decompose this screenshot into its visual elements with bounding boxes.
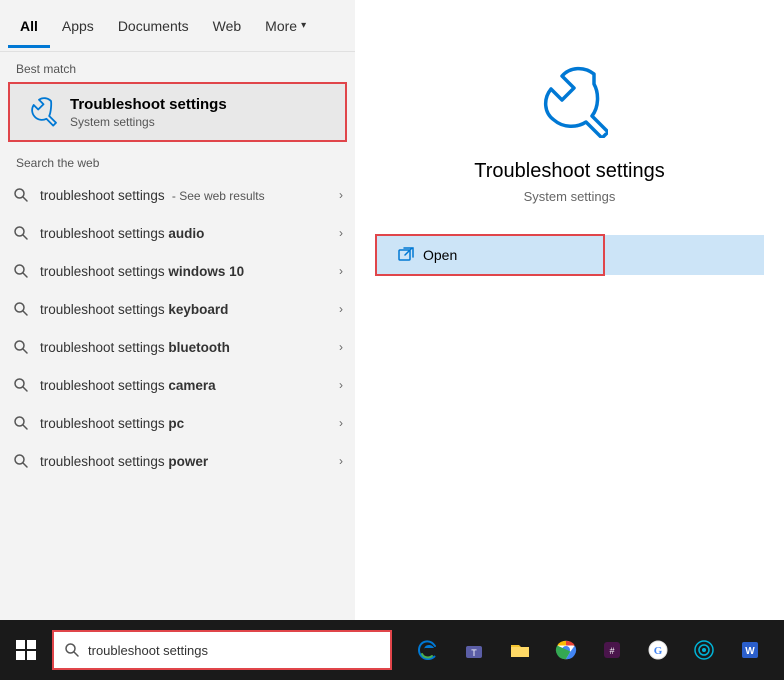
list-item[interactable]: troubleshoot settings bluetooth › — [0, 328, 355, 366]
word-icon[interactable]: W — [728, 628, 772, 672]
tab-more[interactable]: More ▾ — [253, 4, 318, 48]
best-match-subtitle: System settings — [70, 115, 227, 129]
taskbar-search-text: troubleshoot settings — [88, 643, 208, 658]
best-match-label: Best match — [0, 52, 355, 82]
search-icon — [12, 262, 30, 280]
open-icon — [397, 246, 415, 264]
open-button[interactable]: Open — [375, 234, 605, 276]
list-item[interactable]: troubleshoot settings pc › — [0, 404, 355, 442]
list-item[interactable]: troubleshoot settings power › — [0, 442, 355, 480]
search-web-label: Search the web — [0, 146, 355, 176]
search-result-text: troubleshoot settings windows 10 — [40, 264, 329, 279]
taskbar-search-bar[interactable]: troubleshoot settings — [52, 630, 392, 670]
chevron-down-icon: ▾ — [301, 20, 306, 31]
search-result-text: troubleshoot settings keyboard — [40, 302, 329, 317]
file-explorer-icon[interactable] — [498, 628, 542, 672]
chevron-right-icon: › — [339, 454, 343, 468]
chevron-right-icon: › — [339, 302, 343, 316]
open-button-row: Open — [355, 234, 784, 276]
chevron-right-icon: › — [339, 378, 343, 392]
search-result-text: troubleshoot settings pc — [40, 416, 329, 431]
search-result-text: troubleshoot settings power — [40, 454, 329, 469]
google-icon[interactable]: G — [636, 628, 680, 672]
list-item[interactable]: troubleshoot settings camera › — [0, 366, 355, 404]
tab-web[interactable]: Web — [201, 4, 254, 48]
chevron-right-icon: › — [339, 264, 343, 278]
search-icon — [12, 452, 30, 470]
slack-icon[interactable]: # — [590, 628, 634, 672]
chevron-right-icon: › — [339, 188, 343, 202]
search-icon — [12, 186, 30, 204]
search-icon — [64, 642, 80, 658]
tab-all[interactable]: All — [8, 4, 50, 48]
best-match-item[interactable]: Troubleshoot settings System settings — [8, 82, 347, 142]
app-title: Troubleshoot settings — [474, 160, 664, 183]
search-icon — [12, 376, 30, 394]
search-popup: All Apps Documents Web More ▾ N — [0, 0, 784, 620]
search-result-text: troubleshoot settings camera — [40, 378, 329, 393]
tab-apps[interactable]: Apps — [50, 4, 106, 48]
photos-icon[interactable] — [682, 628, 726, 672]
list-item[interactable]: troubleshoot settings windows 10 › — [0, 252, 355, 290]
chevron-right-icon: › — [339, 340, 343, 354]
search-result-text: troubleshoot settings audio — [40, 226, 329, 241]
search-icon — [12, 414, 30, 432]
open-button-extension — [605, 235, 764, 275]
edge-icon[interactable] — [406, 628, 450, 672]
chevron-right-icon: › — [339, 226, 343, 240]
wrench-icon — [22, 94, 58, 130]
tab-documents[interactable]: Documents — [106, 4, 201, 48]
best-match-text: Troubleshoot settings System settings — [70, 96, 227, 129]
left-panel: All Apps Documents Web More ▾ N — [0, 0, 355, 620]
chevron-right-icon: › — [339, 416, 343, 430]
svg-text:T: T — [471, 648, 477, 658]
best-match-title: Troubleshoot settings — [70, 96, 227, 113]
svg-text:G: G — [654, 645, 663, 657]
search-icon — [12, 224, 30, 242]
search-result-text: troubleshoot settings - See web results — [40, 188, 329, 203]
svg-text:W: W — [745, 646, 755, 657]
list-item[interactable]: troubleshoot settings keyboard › — [0, 290, 355, 328]
search-icon — [12, 338, 30, 356]
search-result-text: troubleshoot settings bluetooth — [40, 340, 329, 355]
app-subtitle: System settings — [524, 189, 616, 204]
list-item[interactable]: troubleshoot settings audio › — [0, 214, 355, 252]
taskbar: troubleshoot settings T — [0, 620, 784, 680]
search-web-section: Search the web troubleshoot settings - S… — [0, 146, 355, 620]
teams-icon[interactable]: T — [452, 628, 496, 672]
taskbar-icons: T # — [406, 628, 772, 672]
app-icon-large — [530, 60, 610, 140]
list-item[interactable]: troubleshoot settings - See web results … — [0, 176, 355, 214]
start-button[interactable] — [4, 628, 48, 672]
search-icon — [12, 300, 30, 318]
chrome-icon[interactable] — [544, 628, 588, 672]
tabs-bar: All Apps Documents Web More ▾ N — [0, 0, 355, 52]
right-panel: Troubleshoot settings System settings Op… — [355, 0, 784, 620]
svg-text:#: # — [609, 646, 614, 656]
